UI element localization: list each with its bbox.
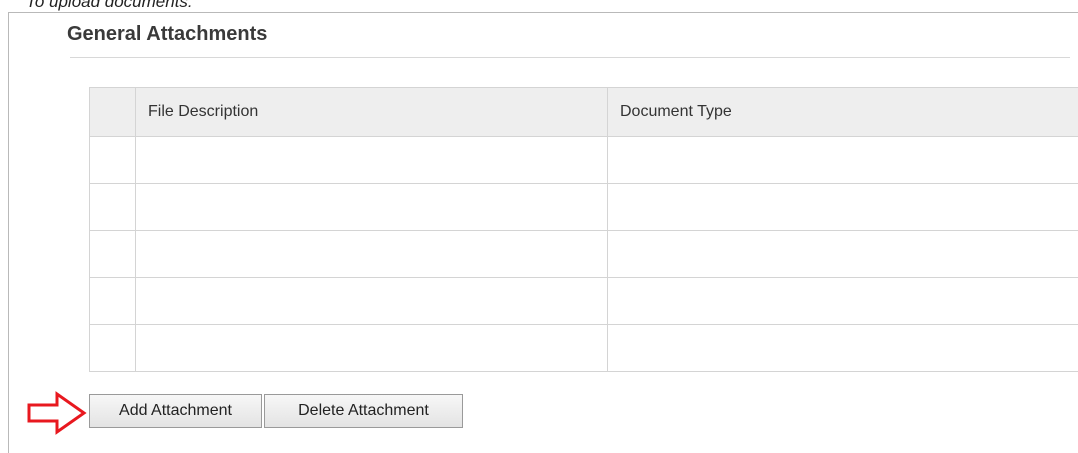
section-title: General Attachments [67,23,267,46]
table-cell-document-type[interactable] [608,278,1078,325]
column-header-label: File Description [136,103,258,120]
table-row[interactable] [90,184,1078,231]
column-header-label: Document Type [608,103,732,120]
add-attachment-button[interactable]: Add Attachment [89,394,262,428]
attachments-table: File Description Document Type [89,87,1078,372]
table-cell-file-description[interactable] [136,278,608,325]
column-header-document-type[interactable]: Document Type [608,88,1078,137]
table-cell-document-type[interactable] [608,184,1078,231]
table-cell-document-type[interactable] [608,231,1078,278]
table-cell-file-description[interactable] [136,184,608,231]
table-cell-file-description[interactable] [136,231,608,278]
table-row[interactable] [90,278,1078,325]
row-selector[interactable] [90,278,136,325]
delete-attachment-button[interactable]: Delete Attachment [264,394,463,428]
table-header-row: File Description Document Type [90,88,1078,137]
table-row[interactable] [90,231,1078,278]
row-selector[interactable] [90,325,136,372]
table-cell-file-description[interactable] [136,137,608,184]
row-selector[interactable] [90,184,136,231]
table-row[interactable] [90,137,1078,184]
table-row[interactable] [90,325,1078,372]
title-divider [70,57,1070,58]
table-cell-document-type[interactable] [608,137,1078,184]
row-selector[interactable] [90,231,136,278]
red-outline-arrow-right-icon [26,390,88,436]
column-header-file-description[interactable]: File Description [136,88,608,137]
select-column-header [90,88,136,137]
row-selector[interactable] [90,137,136,184]
intro-text: To upload documents: [26,0,193,12]
table-cell-file-description[interactable] [136,325,608,372]
table-cell-document-type[interactable] [608,325,1078,372]
